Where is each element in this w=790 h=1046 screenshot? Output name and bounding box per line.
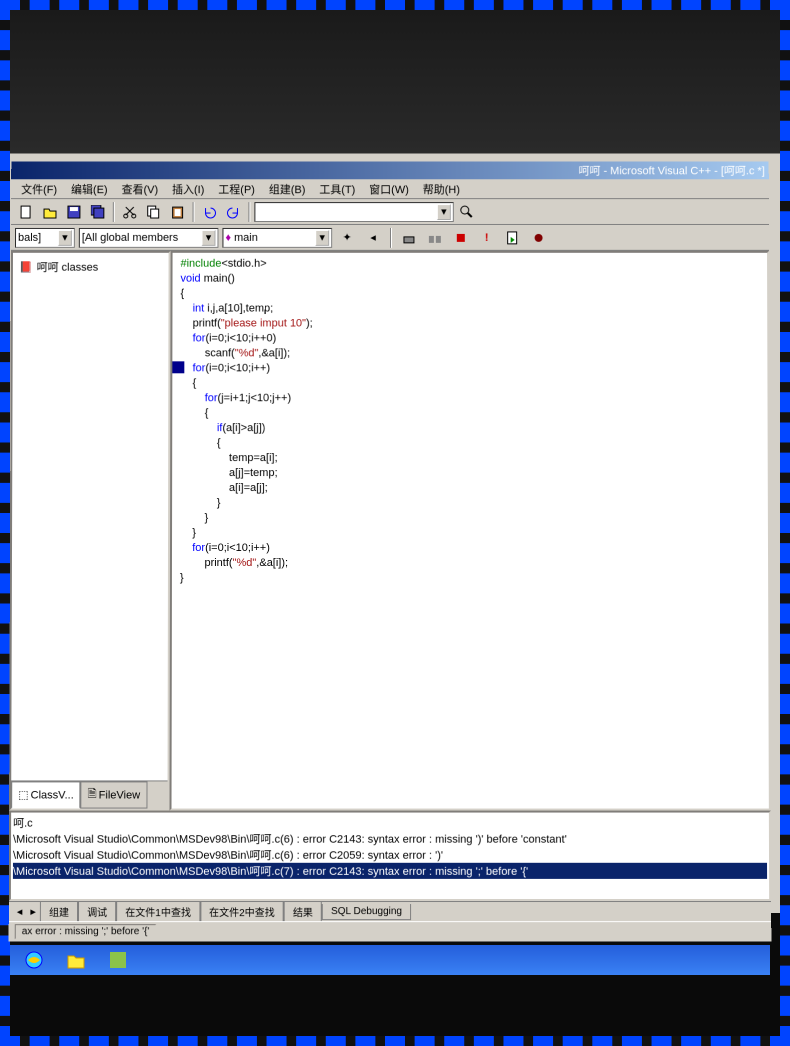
save-all-button[interactable]: [87, 201, 109, 223]
tab-classview-label: ClassV...: [31, 789, 74, 801]
output-pane[interactable]: 呵.c\Microsoft Visual Studio\Common\MSDev…: [9, 811, 771, 901]
standard-toolbar: ▾: [11, 199, 769, 225]
class-tree[interactable]: 📕 呵呵 classes: [11, 253, 168, 781]
window-title: 呵呵 - Microsoft Visual C++ - [呵呵.c *]: [579, 162, 765, 178]
file-icon: 🗎: [88, 785, 97, 804]
function-combo[interactable]: ♦main ▾: [222, 227, 332, 247]
tab-sql[interactable]: SQL Debugging: [322, 904, 411, 920]
class-icon: ⬚: [18, 788, 28, 801]
toolbar-separator: [193, 202, 195, 222]
tab-find1[interactable]: 在文件1中查找: [116, 902, 200, 922]
ide-window: 呵呵 - Microsoft Visual C++ - [呵呵.c *] 文件(…: [9, 161, 772, 941]
menu-bar: 文件(F) 编辑(E) 查看(V) 插入(I) 工程(P) 组建(B) 工具(T…: [11, 179, 769, 199]
chevron-down-icon[interactable]: ▾: [315, 229, 329, 245]
function-combo-text: main: [234, 231, 258, 243]
find-combo[interactable]: ▾: [254, 202, 453, 222]
menu-file[interactable]: 文件(F): [15, 179, 63, 199]
menu-build[interactable]: 组建(B): [263, 179, 312, 199]
class-combo-text: bals]: [18, 231, 41, 243]
cut-button[interactable]: [119, 201, 141, 223]
chevron-down-icon[interactable]: ▾: [437, 204, 451, 220]
new-button[interactable]: [15, 201, 37, 223]
code-editor[interactable]: #include<stdio.h>void main(){ int i,j,a[…: [169, 251, 770, 811]
redo-button[interactable]: [222, 201, 244, 223]
wizard-action-button[interactable]: ✦: [336, 226, 358, 248]
status-bar: ax error : missing ';' before '{': [9, 921, 772, 941]
tab-debug[interactable]: 调试: [78, 902, 116, 922]
exclaim-icon: !: [485, 231, 489, 243]
execute-button[interactable]: !: [476, 226, 498, 248]
class-combo[interactable]: bals] ▾: [15, 227, 75, 247]
stop-build-button[interactable]: [450, 226, 472, 248]
menu-insert[interactable]: 插入(I): [166, 179, 210, 199]
copy-button[interactable]: [143, 201, 165, 223]
toolbar-separator: [113, 202, 115, 222]
tab-classview[interactable]: ⬚ClassV...: [11, 781, 81, 808]
breakpoint-button[interactable]: [528, 226, 550, 248]
tab-fileview[interactable]: 🗎FileView: [81, 781, 147, 808]
book-icon: 📕: [19, 260, 33, 273]
menu-help[interactable]: 帮助(H): [417, 179, 466, 199]
members-combo[interactable]: [All global members ▾: [79, 227, 219, 247]
menu-project[interactable]: 工程(P): [212, 179, 261, 199]
tab-find2[interactable]: 在文件2中查找: [200, 902, 284, 922]
tab-nav-right[interactable]: ▸: [26, 905, 40, 918]
menu-view[interactable]: 查看(V): [116, 179, 165, 199]
toolbar-separator: [390, 227, 392, 247]
compile-button[interactable]: [424, 226, 446, 248]
chevron-down-icon[interactable]: ▾: [202, 229, 216, 245]
output-tabs: ◂ ▸ 组建 调试 在文件1中查找 在文件2中查找 结果 SQL Debuggi…: [9, 901, 771, 921]
wizard-bar: bals] ▾ [All global members ▾ ♦main ▾ ✦ ◂ !: [11, 225, 769, 251]
toolbar-separator: [248, 202, 250, 222]
tree-root[interactable]: 📕 呵呵 classes: [17, 257, 165, 277]
tab-nav-left[interactable]: ◂: [13, 905, 27, 918]
menu-window[interactable]: 窗口(W): [363, 179, 415, 199]
members-combo-text: [All global members: [82, 231, 178, 243]
go-button[interactable]: [502, 226, 524, 248]
build-button[interactable]: [398, 226, 420, 248]
tab-fileview-label: FileView: [99, 789, 140, 801]
chevron-down-icon[interactable]: ▾: [58, 229, 72, 245]
code-content[interactable]: #include<stdio.h>void main(){ int i,j,a[…: [172, 253, 768, 590]
tree-root-label: 呵呵 classes: [37, 259, 99, 275]
wand-icon: ✦: [343, 231, 352, 244]
explorer-taskbar-button[interactable]: [56, 947, 96, 973]
save-button[interactable]: [63, 201, 85, 223]
tab-results[interactable]: 结果: [284, 902, 322, 922]
undo-button[interactable]: [199, 201, 221, 223]
menu-edit[interactable]: 编辑(E): [65, 179, 114, 199]
wizard-nav-back[interactable]: ◂: [362, 226, 384, 248]
title-bar[interactable]: 呵呵 - Microsoft Visual C++ - [呵呵.c *]: [11, 161, 769, 179]
tab-build[interactable]: 组建: [40, 902, 78, 922]
function-icon: ♦: [225, 231, 231, 243]
find-button[interactable]: [456, 201, 478, 223]
windows-taskbar[interactable]: [10, 945, 770, 975]
menu-tools[interactable]: 工具(T): [313, 179, 361, 199]
open-button[interactable]: [39, 201, 61, 223]
workspace-tabs: ⬚ClassV... 🗎FileView: [11, 780, 167, 808]
paste-button[interactable]: [167, 201, 189, 223]
app-taskbar-button[interactable]: [98, 947, 138, 973]
main-area: 📕 呵呵 classes ⬚ClassV... 🗎FileView #inclu…: [9, 251, 771, 811]
status-text: ax error : missing ';' before '{': [15, 924, 157, 939]
workspace-pane: 📕 呵呵 classes ⬚ClassV... 🗎FileView: [9, 251, 170, 811]
ie-taskbar-button[interactable]: [14, 947, 54, 973]
breakpoint-marker[interactable]: [172, 361, 184, 373]
